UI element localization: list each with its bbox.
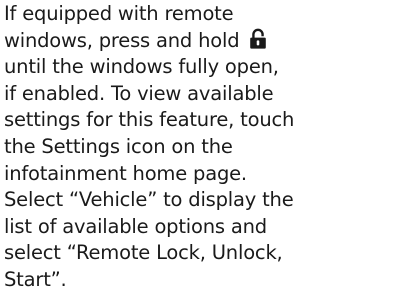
text-line-2-text: windows, press and hold — [4, 28, 240, 52]
text-line-11: Start”. — [4, 267, 67, 291]
text-line-3: until the windows fully open, — [4, 55, 279, 79]
text-line-6: the Settings icon on the — [4, 134, 233, 158]
instruction-paragraph: If equipped with remote windows, press a… — [4, 1, 403, 294]
text-line-1: If equipped with remote — [4, 2, 234, 25]
text-line-10: select “Remote Lock, Unlock, — [4, 241, 283, 265]
text-line-2: windows, press and hold — [4, 28, 403, 55]
text-line-5: settings for this feature, touch — [4, 108, 295, 132]
unlock-icon — [250, 28, 267, 49]
text-line-4: if enabled. To view available — [4, 81, 274, 105]
text-line-7: infotainment home page. — [4, 161, 247, 185]
text-line-9: list of available options and — [4, 214, 267, 238]
text-line-8: Select “Vehicle” to display the — [4, 188, 294, 212]
